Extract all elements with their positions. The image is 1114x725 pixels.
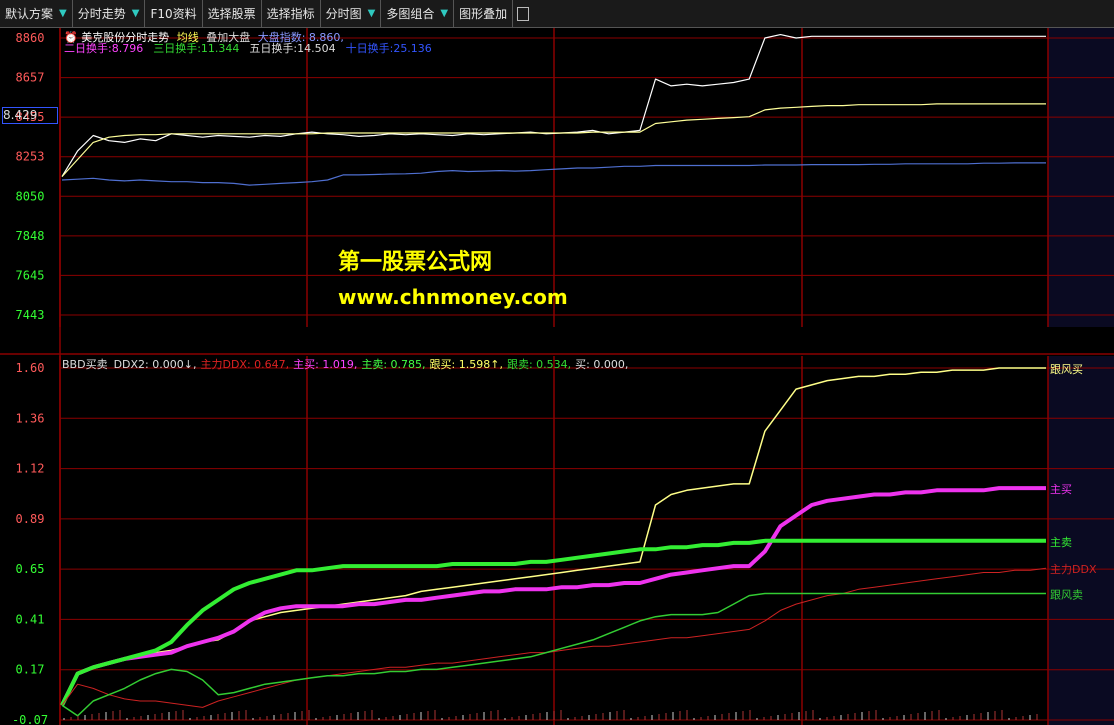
toolbar-item-label: 分时走势 [77, 7, 126, 21]
toolbar-item-2[interactable]: F10资料 [145, 0, 203, 27]
lower-y-tick: 1.36 [16, 411, 45, 425]
readout-0: DDX2: 0.000↓, [113, 358, 197, 371]
upper-y-tick: 8253 [16, 150, 45, 164]
readout-2: 主买: 1.019, [293, 358, 358, 371]
readout-3: 主卖: 0.785, [361, 358, 426, 371]
lower-y-tick: -0.07 [12, 713, 48, 725]
toolbar-item-label: F10资料 [150, 7, 197, 21]
toolbar-item-label: 分时图 [325, 7, 362, 21]
lower-y-tick: 1.60 [16, 361, 45, 375]
stock-chart: 886086578455825380507848764574431.601.36… [0, 28, 1114, 725]
turnover-2: 五日换手:14.504 [249, 42, 336, 55]
upper-y-tick: 7848 [16, 229, 45, 243]
dropdown-arrow-icon[interactable]: ▼ [368, 8, 376, 19]
readout-1: 主力DDX: 0.647, [200, 358, 290, 371]
dropdown-arrow-icon[interactable]: ▼ [440, 8, 448, 19]
indicator-readouts: BBD买卖 DDX2: 0.000↓, 主力DDX: 0.647, 主买: 1.019… [62, 356, 632, 372]
lower-y-tick: 0.65 [16, 562, 45, 576]
toolbar: 默认方案 ▼ 分时走势 ▼ F10资料 选择股票 选择指标 分时图 ▼ 多图组合 ▼ 图形叠加 [0, 0, 1114, 28]
lower-series-label-3: 主力DDX [1050, 563, 1097, 576]
lower-series-label-0: 跟风买 [1050, 363, 1083, 376]
toolbar-item-label: 默认方案 [5, 7, 54, 21]
toolbar-item-3[interactable]: 选择股票 [203, 0, 262, 27]
lower-y-tick: 1.12 [16, 462, 45, 476]
toolbar-item-5[interactable]: 分时图 ▼ [321, 0, 382, 27]
toolbar-item-1[interactable]: 分时走势 ▼ [73, 0, 146, 27]
dropdown-arrow-icon[interactable]: ▼ [132, 8, 140, 19]
toolbar-item-label: 选择指标 [266, 7, 315, 21]
lower-y-tick: 0.89 [16, 512, 45, 526]
upper-y-tick: 8860 [16, 31, 45, 45]
lower-series-label-2: 主卖 [1050, 536, 1072, 549]
upper-y-tick: 7645 [16, 268, 45, 282]
turnover-0: 二日换手:8.796 [64, 42, 144, 55]
toolbar-item-label: 选择股票 [207, 7, 256, 21]
watermark-line1: 第一股票公式网 [338, 250, 493, 275]
current-value-box: 8.429 [2, 107, 58, 124]
turnover-1: 三日换手:11.344 [153, 42, 240, 55]
readout-6: 买: 0.000, [575, 358, 629, 371]
readout-5: 跟卖: 0.534, [506, 358, 572, 371]
current-value: 8.429 [3, 108, 38, 122]
watermark-line2: www.chnmoney.com [338, 285, 568, 309]
toolbar-item-6[interactable]: 多图组合 ▼ [381, 0, 455, 27]
toolbar-item-label: 多图组合 [386, 7, 435, 21]
toolbar-item-7[interactable]: 图形叠加 [454, 0, 514, 27]
lower-series-label-1: 主买 [1050, 483, 1072, 496]
upper-y-tick: 8050 [16, 189, 45, 203]
lower-series-label-4: 跟风卖 [1050, 589, 1083, 602]
toolbar-item-label: 图形叠加 [459, 7, 508, 21]
toolbar-item-4[interactable]: 选择指标 [262, 0, 321, 27]
lower-y-tick: 0.17 [16, 663, 45, 677]
toolbar-item-0[interactable]: 默认方案 ▼ [0, 0, 73, 27]
indicator-name: BBD买卖 [62, 358, 108, 371]
turnover-3: 十日换手:25.136 [345, 42, 432, 55]
readout-4: 跟买: 1.598↑, [429, 358, 503, 371]
lower-y-tick: 0.41 [16, 612, 45, 626]
upper-y-tick: 8657 [16, 71, 45, 85]
upper-right-area [1048, 28, 1114, 327]
dropdown-arrow-icon[interactable]: ▼ [59, 8, 67, 19]
lock-icon[interactable] [517, 6, 530, 21]
turnover-row: 二日换手:8.796 三日换手:11.344 五日换手:14.504 十日换手:25.… [64, 40, 442, 56]
upper-y-tick: 7443 [16, 308, 45, 322]
